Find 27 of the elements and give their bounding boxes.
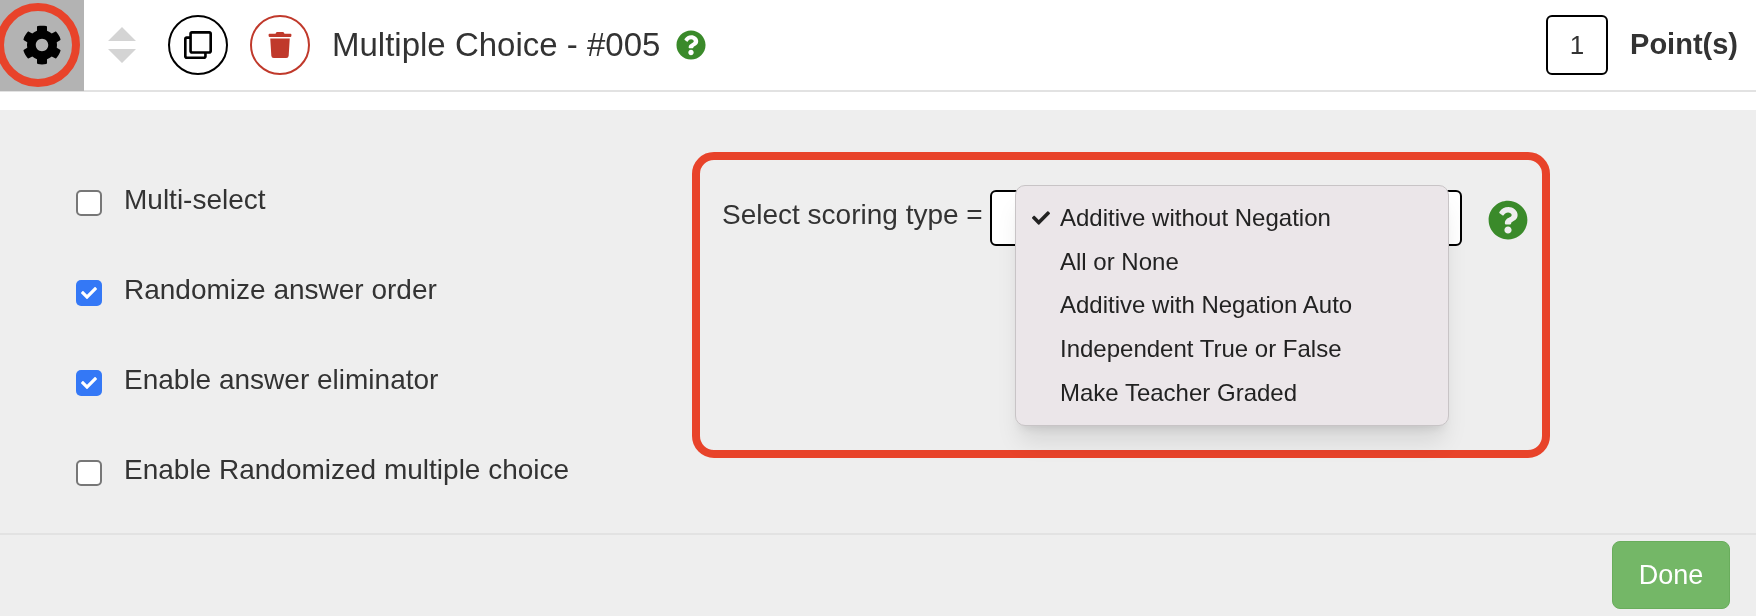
menu-option[interactable]: Independent True or False (1016, 327, 1448, 372)
trash-icon (268, 32, 292, 58)
checkbox[interactable] (76, 280, 102, 306)
question-title: Multiple Choice - #005 (332, 25, 661, 66)
menu-option[interactable]: All or None (1016, 239, 1448, 284)
check-icon (81, 285, 97, 301)
checkbox-label: Enable answer eliminator (124, 363, 439, 397)
checkbox[interactable] (76, 460, 102, 486)
help-icon[interactable] (1488, 200, 1528, 240)
duplicate-button[interactable] (168, 15, 228, 75)
menu-option[interactable]: Additive without Negation (1016, 196, 1448, 240)
checkbox-label: Randomize answer order (124, 273, 437, 307)
checkbox-label: Multi-select (124, 183, 266, 217)
checkbox[interactable] (76, 370, 102, 396)
settings-icon (22, 25, 62, 65)
copy-icon (184, 31, 212, 59)
sort-arrows-icon (106, 25, 138, 65)
checkbox-label: Enable Randomized multiple choice (124, 453, 570, 487)
scoring-label: Select scoring type = (722, 198, 983, 232)
points-label: Point(s) (1630, 27, 1738, 63)
points-field[interactable]: 1 (1546, 15, 1609, 75)
checkbox[interactable] (76, 190, 102, 216)
help-icon[interactable] (676, 30, 707, 60)
delete-button[interactable] (250, 15, 310, 75)
menu-option[interactable]: Additive with Negation Auto (1016, 283, 1448, 328)
menu-option[interactable]: Make Teacher Graded (1016, 371, 1448, 415)
check-icon (81, 375, 97, 391)
